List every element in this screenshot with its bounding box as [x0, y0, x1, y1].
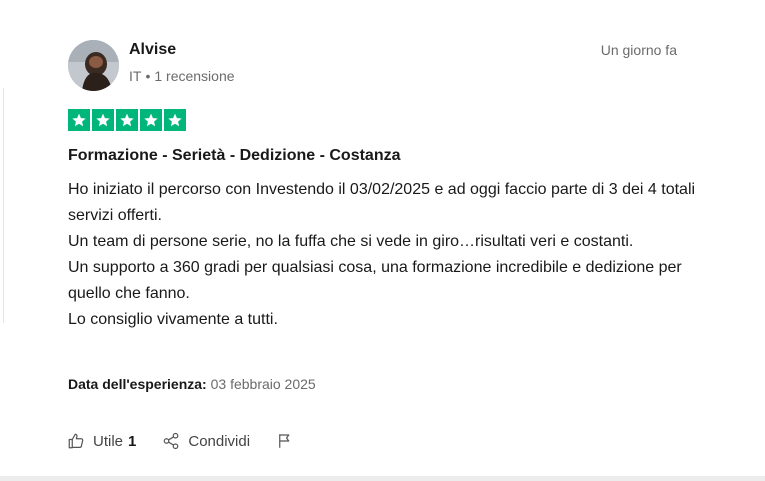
experience-date-row: Data dell'esperienza: 03 febbraio 2025 — [68, 376, 316, 392]
page-edge-divider — [0, 88, 4, 323]
meta-separator: • — [145, 68, 151, 84]
bottom-divider — [0, 476, 765, 481]
share-icon — [164, 432, 179, 450]
star-icon — [116, 109, 138, 131]
experience-date-label: Data dell'esperienza: — [68, 376, 207, 392]
flag-icon — [279, 434, 290, 448]
reviewer-name[interactable]: Alvise — [129, 41, 176, 59]
star-icon — [164, 109, 186, 131]
share-label: Condividi — [188, 432, 251, 450]
useful-label: Utile — [93, 432, 124, 450]
useful-count: 1 — [128, 432, 137, 450]
star-icon — [140, 109, 162, 131]
avatar[interactable] — [68, 40, 119, 91]
star-icon — [92, 109, 114, 131]
experience-date-value: 03 febbraio 2025 — [210, 376, 316, 392]
review-relative-date: Un giorno fa — [600, 42, 677, 58]
review-body-line: Un supporto a 360 gradi per qualsiasi co… — [68, 259, 682, 302]
share-button[interactable]: Condividi — [162, 432, 250, 450]
star-icon — [68, 109, 90, 131]
review-body-line: Un team di persone serie, no la fuffa ch… — [68, 233, 634, 250]
reviewer-meta: IT • 1 recensione — [129, 68, 235, 84]
useful-button[interactable]: Utile 1 — [67, 432, 136, 450]
review-actions: Utile 1 Condividi — [67, 432, 302, 450]
report-button[interactable] — [276, 432, 302, 450]
review-body: Ho iniziato il percorso con Investendo i… — [68, 177, 708, 333]
reviewer-reviews-count: 1 recensione — [154, 68, 235, 84]
review-title[interactable]: Formazione - Serietà - Dedizione - Costa… — [68, 147, 401, 165]
star-rating — [68, 109, 186, 131]
review-card: Alvise IT • 1 recensione Un giorno fa Form… — [0, 0, 765, 481]
review-body-line: Lo consiglio vivamente a tutti. — [68, 311, 278, 328]
thumbs-up-icon — [68, 433, 84, 449]
reviewer-country: IT — [129, 68, 142, 84]
review-body-line: Ho iniziato il percorso con Investendo i… — [68, 181, 696, 224]
